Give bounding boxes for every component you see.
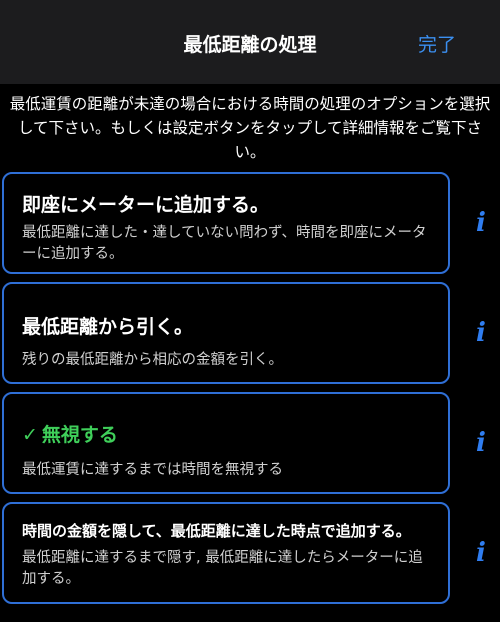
option-title: 即座にメーターに追加する。	[22, 194, 270, 216]
info-icon[interactable]: i	[470, 318, 492, 348]
option-description: 最低距離に達した・達していない問わず、時間を即座にメーターに追加する。	[22, 225, 427, 262]
option-title-text: 無視する	[41, 424, 118, 446]
option-hide-until-minimum[interactable]: 時間の金額を隠して、最低距離に達した時点で追加する。 最低距離に達するまで隠す,…	[2, 502, 450, 604]
done-button[interactable]: 完了	[418, 30, 456, 57]
option-description: 最低距離に達するまで隠す, 最低距離に達したらメーターに追加する。	[22, 550, 423, 587]
info-icon[interactable]: i	[470, 208, 492, 238]
option-subtract-from-minimum[interactable]: 最低距離から引く。 残りの最低距離から相応の金額を引く。	[2, 282, 450, 384]
option-title: ✓ 無視する	[22, 420, 438, 447]
info-icon[interactable]: i	[470, 538, 492, 568]
option-description: 最低運賃に達するまでは時間を無視する	[22, 462, 283, 478]
option-description: 残りの最低距離から相応の金額を引く。	[22, 352, 283, 368]
option-title: 時間の金額を隠して、最低距離に達した時点で追加する。	[22, 522, 411, 540]
instructions-text: 最低運賃の距離が未達の場合における時間の処理のオプションを選択して下さい。もしく…	[9, 95, 491, 161]
navigation-bar: 最低距離の処理 完了	[0, 0, 500, 84]
info-icon[interactable]: i	[470, 428, 492, 458]
checkmark-icon: ✓	[22, 424, 38, 446]
option-add-immediately[interactable]: 即座にメーターに追加する。 最低距離に達した・達していない問わず、時間を即座にメ…	[2, 172, 450, 274]
option-title: 最低距離から引く。	[22, 316, 194, 338]
option-ignore[interactable]: ✓ 無視する 最低運賃に達するまでは時間を無視する	[2, 392, 450, 494]
